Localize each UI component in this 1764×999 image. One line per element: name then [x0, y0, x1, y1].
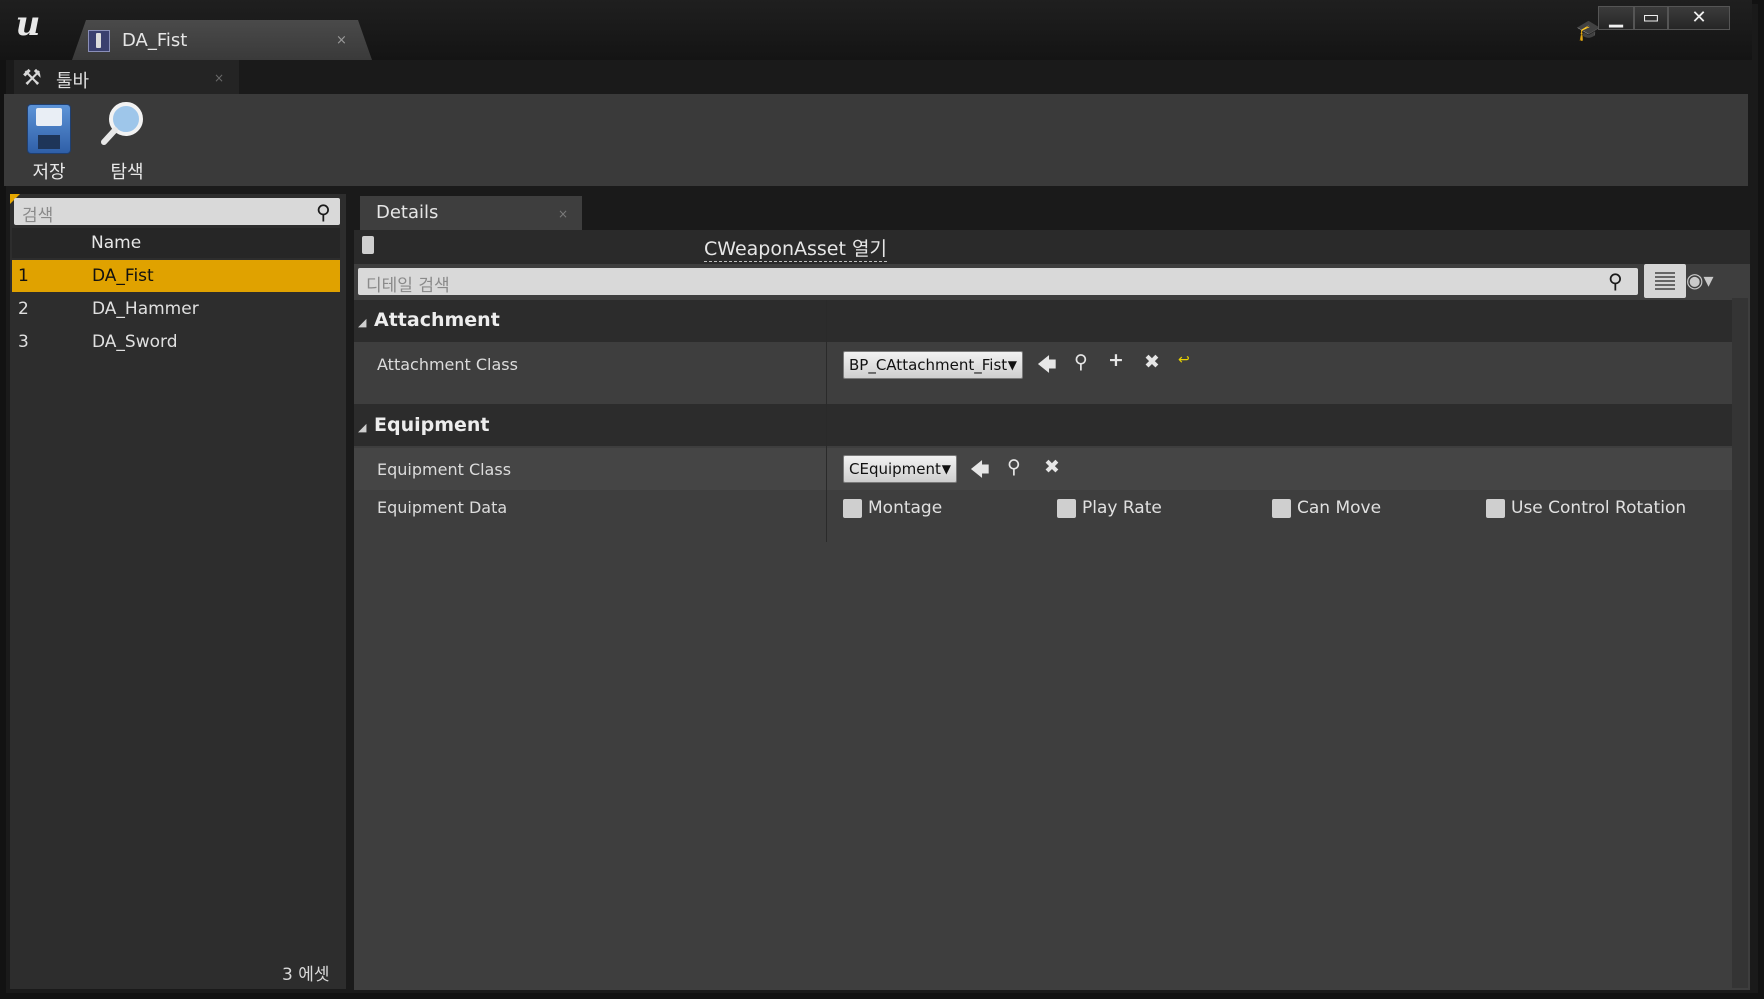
plus-icon[interactable]: +: [1108, 349, 1124, 371]
checkbox-label: Can Move: [1297, 498, 1382, 518]
list-item[interactable]: 3 DA_Sword: [12, 326, 340, 358]
asset-icon: [88, 30, 110, 52]
category-label: Attachment: [374, 309, 500, 331]
browse-magnifier-icon[interactable]: ⚲: [1007, 456, 1021, 478]
maximize-button[interactable]: ▭: [1634, 6, 1668, 30]
category-equipment[interactable]: [354, 404, 1732, 446]
checkbox-label: Use Control Rotation: [1511, 498, 1687, 518]
minimize-button[interactable]: ▁: [1598, 6, 1634, 30]
list-item-index: 1: [18, 266, 29, 286]
asset-icon: [362, 236, 374, 254]
checkbox-label: Play Rate: [1082, 498, 1162, 518]
browse-magnifier-icon[interactable]: ⚲: [1074, 351, 1088, 373]
list-item-name: DA_Hammer: [92, 299, 199, 319]
collapse-arrow-icon[interactable]: ◢: [358, 421, 366, 434]
eye-icon[interactable]: ◉▾: [1686, 268, 1714, 292]
details-search-input[interactable]: [358, 268, 1638, 295]
unreal-logo-icon[interactable]: u: [8, 4, 48, 44]
toolbar-tab[interactable]: [14, 60, 239, 94]
list-item[interactable]: 1 DA_Fist: [12, 260, 340, 292]
equipment-class-dropdown[interactable]: CEquipment ▼: [843, 455, 957, 483]
details-tab-label: Details: [376, 202, 439, 223]
document-tab-label: DA_Fist: [122, 30, 188, 51]
property-name: Attachment Class: [377, 355, 518, 374]
open-asset-link[interactable]: CWeaponAsset 열기: [704, 234, 887, 262]
column-splitter[interactable]: [826, 300, 827, 542]
details-tab-close-button[interactable]: ×: [558, 207, 568, 221]
category-attachment[interactable]: [354, 300, 1732, 342]
list-item-index: 2: [18, 299, 29, 319]
toolbar: [4, 94, 1748, 186]
save-icon: [27, 104, 71, 154]
save-label: 저장: [32, 162, 66, 183]
asset-search-placeholder: 검색: [22, 206, 54, 226]
browse-label: 탐색: [110, 162, 144, 183]
category-label: Equipment: [374, 414, 490, 436]
dropdown-value: BP_CAttachment_Fist: [849, 356, 1008, 374]
close-window-button[interactable]: ✕: [1668, 6, 1730, 30]
attachment-class-dropdown[interactable]: BP_CAttachment_Fist ▼: [843, 351, 1023, 379]
chevron-down-icon: ▼: [1007, 358, 1017, 372]
toolbar-tab-label: 툴바: [56, 71, 90, 92]
list-header: [12, 228, 340, 258]
tools-icon: ⚒: [22, 66, 42, 91]
property-name: Equipment Data: [377, 498, 508, 517]
arrow-left-icon[interactable]: 🡄: [970, 456, 990, 488]
list-item-index: 3: [18, 332, 29, 352]
list-item[interactable]: 2 DA_Hammer: [12, 293, 340, 325]
maximize-icon: ▭: [1642, 7, 1660, 28]
asset-search-input[interactable]: [14, 198, 340, 225]
property-row-equipment-class: [354, 448, 1732, 490]
details-header-strip: [354, 230, 1750, 264]
list-item-name: DA_Fist: [92, 266, 154, 286]
arrow-left-icon[interactable]: 🡄: [1037, 351, 1057, 383]
use-control-rotation-checkbox[interactable]: [1486, 499, 1505, 518]
grid-view-icon[interactable]: [1644, 264, 1686, 298]
column-header-name[interactable]: Name: [91, 233, 141, 253]
browse-icon: [101, 102, 143, 145]
details-scrollbar[interactable]: [1732, 298, 1748, 988]
property-name: Equipment Class: [377, 460, 512, 479]
search-icon[interactable]: ⚲: [316, 200, 331, 224]
can-move-checkbox[interactable]: [1272, 499, 1291, 518]
montage-checkbox[interactable]: [843, 499, 862, 518]
list-item-name: DA_Sword: [92, 332, 178, 352]
document-tab-close-button[interactable]: ×: [336, 33, 347, 48]
clear-x-icon[interactable]: ✖: [1144, 351, 1160, 373]
search-icon[interactable]: ⚲: [1608, 269, 1623, 293]
document-tab[interactable]: [72, 20, 372, 60]
details-search-placeholder: 디테일 검색: [366, 276, 450, 296]
checkbox-label: Montage: [868, 498, 943, 518]
minimize-icon: ▁: [1609, 7, 1623, 28]
collapse-arrow-icon[interactable]: ◢: [358, 316, 366, 329]
toolbar-tab-close-button[interactable]: ×: [214, 71, 224, 85]
close-icon: ✕: [1691, 7, 1707, 28]
play-rate-checkbox[interactable]: [1057, 499, 1076, 518]
reset-arrow-icon[interactable]: ↩: [1178, 352, 1190, 368]
asset-count: 3 에셋: [282, 965, 330, 985]
chevron-down-icon: ▼: [941, 462, 951, 476]
clear-x-icon[interactable]: ✖: [1044, 456, 1060, 478]
dropdown-value: CEquipment: [849, 460, 941, 478]
